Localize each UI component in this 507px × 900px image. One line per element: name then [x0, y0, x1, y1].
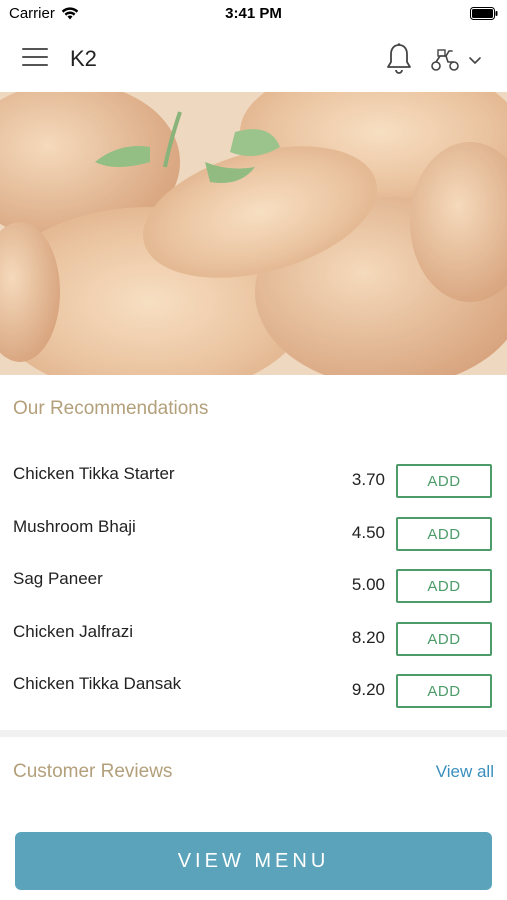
menu-button[interactable]: [22, 48, 48, 70]
add-button[interactable]: ADD: [396, 569, 492, 603]
notifications-button[interactable]: [384, 42, 414, 76]
delivery-mode-selector[interactable]: [430, 46, 496, 74]
list-item: Sag Paneer 5.00 ADD: [0, 569, 507, 609]
add-button[interactable]: ADD: [396, 464, 492, 498]
bell-icon: [387, 43, 411, 74]
reviews-title: Customer Reviews: [13, 761, 173, 782]
add-button[interactable]: ADD: [396, 674, 492, 708]
chevron-down-icon: [469, 57, 481, 64]
add-button[interactable]: ADD: [396, 517, 492, 551]
status-time: 3:41 PM: [225, 5, 282, 22]
add-button[interactable]: ADD: [396, 622, 492, 656]
item-name: Chicken Tikka Starter: [13, 464, 175, 483]
item-name: Mushroom Bhaji: [13, 517, 136, 536]
chicken-dish-illustration: [0, 92, 507, 375]
item-name: Chicken Tikka Dansak: [13, 674, 182, 693]
item-price: 5.00: [351, 575, 385, 594]
item-price: 8.20: [351, 628, 385, 647]
menu-icon: [22, 48, 48, 66]
view-menu-button[interactable]: VIEW MENU: [15, 832, 492, 890]
item-price: 3.70: [351, 470, 385, 489]
hero-food-image: [0, 92, 507, 375]
status-bar: Carrier 3:41 PM: [0, 0, 507, 28]
section-divider: [0, 730, 507, 737]
list-item: Chicken Jalfrazi 8.20 ADD: [0, 622, 507, 662]
recommendations-title: Our Recommendations: [13, 398, 209, 419]
item-price: 4.50: [351, 523, 385, 542]
screen: Carrier 3:41 PM K2 Our Recommendations C…: [0, 0, 507, 900]
item-price: 9.20: [351, 680, 385, 699]
battery-icon: [470, 7, 498, 20]
item-name: Sag Paneer: [13, 569, 103, 588]
list-item: Chicken Tikka Dansak 9.20 ADD: [0, 674, 507, 714]
item-name: Chicken Jalfrazi: [13, 622, 133, 641]
view-all-reviews-link[interactable]: View all: [436, 762, 494, 782]
list-item: Mushroom Bhaji 4.50 ADD: [0, 517, 507, 557]
restaurant-title: K2: [70, 46, 97, 71]
app-header: K2: [0, 28, 507, 92]
scooter-icon: [431, 49, 459, 71]
list-item: Chicken Tikka Starter 3.70 ADD: [0, 464, 507, 504]
